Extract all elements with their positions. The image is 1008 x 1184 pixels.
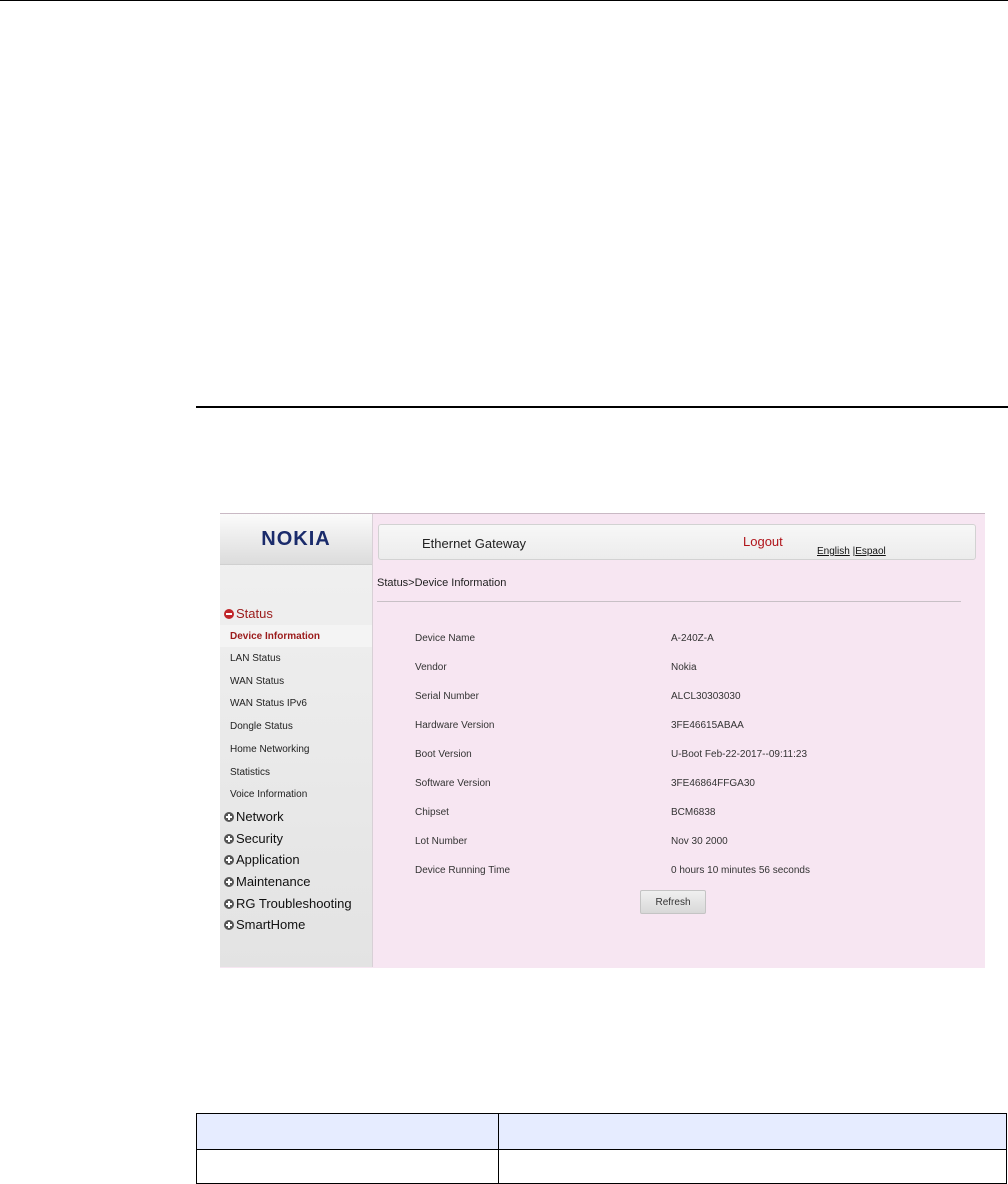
info-label-software-version: Software Version	[415, 778, 491, 789]
expand-icon	[224, 854, 234, 865]
nav-group-application[interactable]: Application	[224, 852, 300, 867]
breadcrumb-divider	[377, 601, 961, 602]
info-label-boot-version: Boot Version	[415, 749, 472, 760]
info-value-serial-number: ALCL30303030	[671, 691, 741, 702]
nav-group-label: RG Troubleshooting	[236, 896, 352, 911]
sidebar-item-home-networking[interactable]: Home Networking	[230, 744, 309, 755]
nav-group-status[interactable]: Status	[224, 606, 273, 621]
table-cell	[498, 1149, 1007, 1184]
expand-icon	[224, 898, 234, 909]
nav-group-label: Security	[236, 831, 283, 846]
table-cell	[196, 1149, 499, 1184]
nav-group-label: Maintenance	[236, 874, 311, 889]
table-header-cell	[196, 1113, 499, 1150]
info-label-device-name: Device Name	[415, 633, 476, 644]
collapse-icon	[224, 608, 234, 619]
nav-group-label: Network	[236, 809, 284, 824]
logout-link[interactable]: Logout	[743, 534, 783, 549]
nav-group-network[interactable]: Network	[224, 809, 284, 824]
info-label-chipset: Chipset	[415, 807, 449, 818]
section-rule	[196, 406, 1008, 408]
info-value-device-running-time: 0 hours 10 minutes 56 seconds	[671, 865, 810, 876]
sidebar-item-wan-status[interactable]: WAN Status	[230, 676, 284, 687]
nokia-logo[interactable]: NOKIA	[220, 514, 372, 565]
info-value-software-version: 3FE46864FFGA30	[671, 778, 755, 789]
app-title: Ethernet Gateway	[422, 536, 527, 551]
nav-group-maintenance[interactable]: Maintenance	[224, 874, 310, 889]
expand-icon	[224, 833, 234, 844]
nav-group-smarthome[interactable]: SmartHome	[224, 917, 305, 932]
breadcrumb: Status>Device Information	[377, 577, 507, 589]
info-label-hardware-version: Hardware Version	[415, 720, 495, 731]
nav-group-label: Status	[236, 606, 273, 621]
doc-table	[196, 1113, 1007, 1184]
logo-text: NOKIA	[261, 527, 331, 550]
lang-english-link[interactable]: English	[817, 546, 850, 557]
sidebar-item-statistics[interactable]: Statistics	[230, 767, 270, 778]
sidebar-item-lan-status[interactable]: LAN Status	[230, 653, 281, 664]
info-value-chipset: BCM6838	[671, 807, 716, 818]
expand-icon	[224, 811, 234, 822]
info-value-device-name: A-240Z-A	[671, 633, 714, 644]
nav-group-label: Application	[236, 852, 300, 867]
sidebar: NOKIA Status Device Information LAN Stat…	[220, 514, 373, 967]
info-value-hardware-version: 3FE46615ABAA	[671, 720, 744, 731]
header-bar: Ethernet Gateway Logout English |Espaol	[378, 524, 976, 560]
info-value-boot-version: U-Boot Feb-22-2017--09:11:23	[671, 749, 808, 760]
sidebar-item-dongle-status[interactable]: Dongle Status	[230, 721, 293, 732]
info-label-vendor: Vendor	[415, 662, 447, 673]
page-top-rule	[0, 0, 1008, 1]
nav-group-rg-troubleshooting[interactable]: RG Troubleshooting	[224, 896, 352, 911]
sidebar-item-wan-status-ipv6[interactable]: WAN Status IPv6	[230, 698, 307, 709]
table-row	[196, 1149, 1007, 1184]
language-switcher: English |Espaol	[817, 546, 886, 557]
table-header-row	[196, 1113, 1007, 1150]
expand-icon	[224, 876, 234, 887]
refresh-button[interactable]: Refresh	[640, 890, 706, 914]
lang-espanol-link[interactable]: Espaol	[855, 546, 886, 557]
info-value-lot-number: Nov 30 2000	[671, 836, 728, 847]
info-label-device-running-time: Device Running Time	[415, 865, 511, 876]
nav-group-security[interactable]: Security	[224, 831, 283, 846]
expand-icon	[224, 919, 234, 930]
sidebar-item-voice-information[interactable]: Voice Information	[230, 789, 307, 800]
nav-group-label: SmartHome	[236, 917, 306, 932]
table-header-cell	[498, 1113, 1007, 1150]
gateway-screenshot: NOKIA Status Device Information LAN Stat…	[220, 513, 985, 968]
sidebar-item-device-information[interactable]: Device Information	[230, 631, 320, 642]
info-label-lot-number: Lot Number	[415, 836, 468, 847]
info-label-serial-number: Serial Number	[415, 691, 479, 702]
info-value-vendor: Nokia	[671, 662, 697, 673]
